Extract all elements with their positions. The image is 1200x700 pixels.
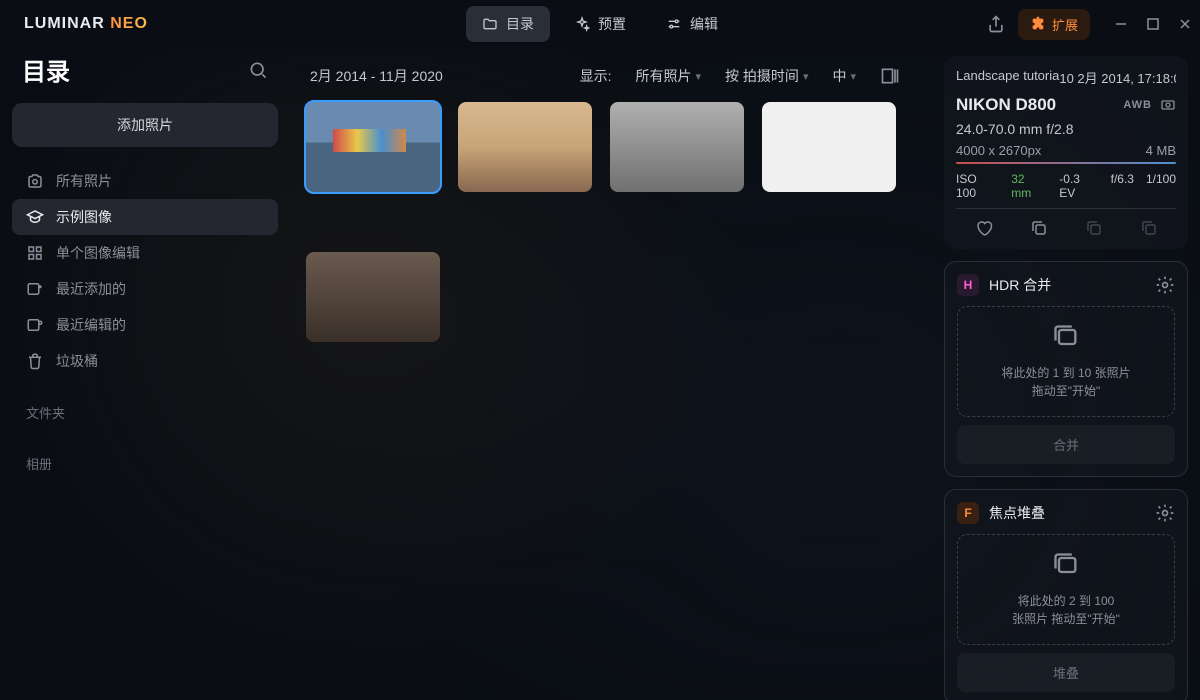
albums-section-label[interactable]: 相册: [12, 430, 278, 481]
photo-info-card: Landscape tutoria 10 2月 2014, 17:18:09 N…: [944, 56, 1188, 249]
sort-dropdown[interactable]: 按 拍摄时间▾: [725, 66, 808, 86]
favorite-icon[interactable]: [975, 219, 993, 237]
thumbnail[interactable]: [458, 102, 592, 192]
hdr-dropzone[interactable]: 将此处的 1 到 10 张照片拖动至"开始": [957, 306, 1175, 417]
photo-grid: 2月 2014 - 11月 2020 显示: 所有照片▾ 按 拍摄时间▾ 中▾: [290, 48, 932, 700]
show-label: 显示:: [580, 66, 612, 86]
exif-row: ISO 100 32 mm -0.3 EV f/6.3 1/100: [956, 172, 1176, 200]
images-icon: [1052, 323, 1080, 351]
hdr-logo-icon: H: [957, 274, 979, 296]
filesize: 4 MB: [1146, 143, 1176, 158]
awb-badge: AWB: [1123, 99, 1152, 111]
histogram-bar: [956, 162, 1176, 164]
focus-dropzone[interactable]: 将此处的 2 到 100张照片 拖动至"开始": [957, 534, 1175, 645]
thumbnail[interactable]: [762, 102, 896, 192]
sidebar-item-recently-edited[interactable]: 最近编辑的: [12, 307, 278, 343]
stack-next-icon[interactable]: [1140, 219, 1158, 237]
trash-icon: [26, 352, 44, 370]
sparkle-icon: [574, 16, 590, 32]
puzzle-icon: [1030, 16, 1046, 32]
sidebar-item-trash[interactable]: 垃圾桶: [12, 343, 278, 379]
thumb-size-dropdown[interactable]: 中▾: [832, 66, 856, 86]
camera-icon: [26, 172, 44, 190]
clock-edit-icon: [26, 316, 44, 334]
grid-icon: [26, 244, 44, 262]
thumbnail[interactable]: [306, 252, 440, 342]
tab-presets[interactable]: 预置: [558, 6, 642, 42]
capture-datetime: 10 2月 2014, 17:18:09: [1059, 68, 1176, 87]
gear-icon[interactable]: [1155, 275, 1175, 295]
sidebar-item-sample-images[interactable]: 示例图像: [12, 199, 278, 235]
search-icon[interactable]: [248, 60, 268, 80]
focus-logo-icon: F: [957, 502, 979, 524]
share-icon[interactable]: [986, 14, 1006, 34]
sliders-icon: [666, 16, 682, 32]
date-range[interactable]: 2月 2014 - 11月 2020: [310, 66, 443, 86]
lens-info: 24.0-70.0 mm f/2.8: [956, 121, 1176, 137]
camera-model: NIKON D800: [956, 95, 1056, 115]
sidebar-item-recently-added[interactable]: 最近添加的: [12, 271, 278, 307]
hdr-merge-panel: H HDR 合并 将此处的 1 到 10 张照片拖动至"开始" 合并: [944, 261, 1188, 477]
sidebar: 目录 添加照片 所有照片 示例图像 单个图像编辑: [0, 48, 290, 700]
sidebar-item-all-photos[interactable]: 所有照片: [12, 163, 278, 199]
graduation-icon: [26, 208, 44, 226]
window-close[interactable]: [1178, 17, 1192, 31]
stack-prev-icon[interactable]: [1085, 219, 1103, 237]
clock-added-icon: [26, 280, 44, 298]
sidebar-item-single-edits[interactable]: 单个图像编辑: [12, 235, 278, 271]
tab-edit[interactable]: 编辑: [650, 6, 734, 42]
focus-stack-button[interactable]: 堆叠: [957, 653, 1175, 692]
sidebar-title: 目录: [22, 52, 70, 87]
window-maximize[interactable]: [1146, 17, 1160, 31]
extensions-button[interactable]: 扩展: [1018, 9, 1090, 40]
show-dropdown[interactable]: 所有照片▾: [636, 66, 702, 86]
filename: Landscape tutoria: [956, 68, 1059, 87]
app-logo: LUMINAR NEO: [8, 15, 148, 33]
hdr-merge-button[interactable]: 合并: [957, 425, 1175, 464]
add-photos-button[interactable]: 添加照片: [12, 103, 278, 147]
dimensions: 4000 x 2670px: [956, 143, 1041, 158]
gear-icon[interactable]: [1155, 503, 1175, 523]
window-minimize[interactable]: [1114, 17, 1128, 31]
folders-section-label[interactable]: 文件夹: [12, 379, 278, 430]
view-toggle-icon[interactable]: [880, 66, 900, 86]
metering-icon: [1160, 97, 1176, 113]
focus-stack-panel: F 焦点堆叠 将此处的 2 到 100张照片 拖动至"开始" 堆叠: [944, 489, 1188, 700]
folder-icon: [482, 16, 498, 32]
copy-icon[interactable]: [1030, 219, 1048, 237]
thumbnail[interactable]: [306, 102, 440, 192]
images-icon: [1052, 551, 1080, 579]
tab-catalog[interactable]: 目录: [466, 6, 550, 42]
thumbnail[interactable]: [610, 102, 744, 192]
